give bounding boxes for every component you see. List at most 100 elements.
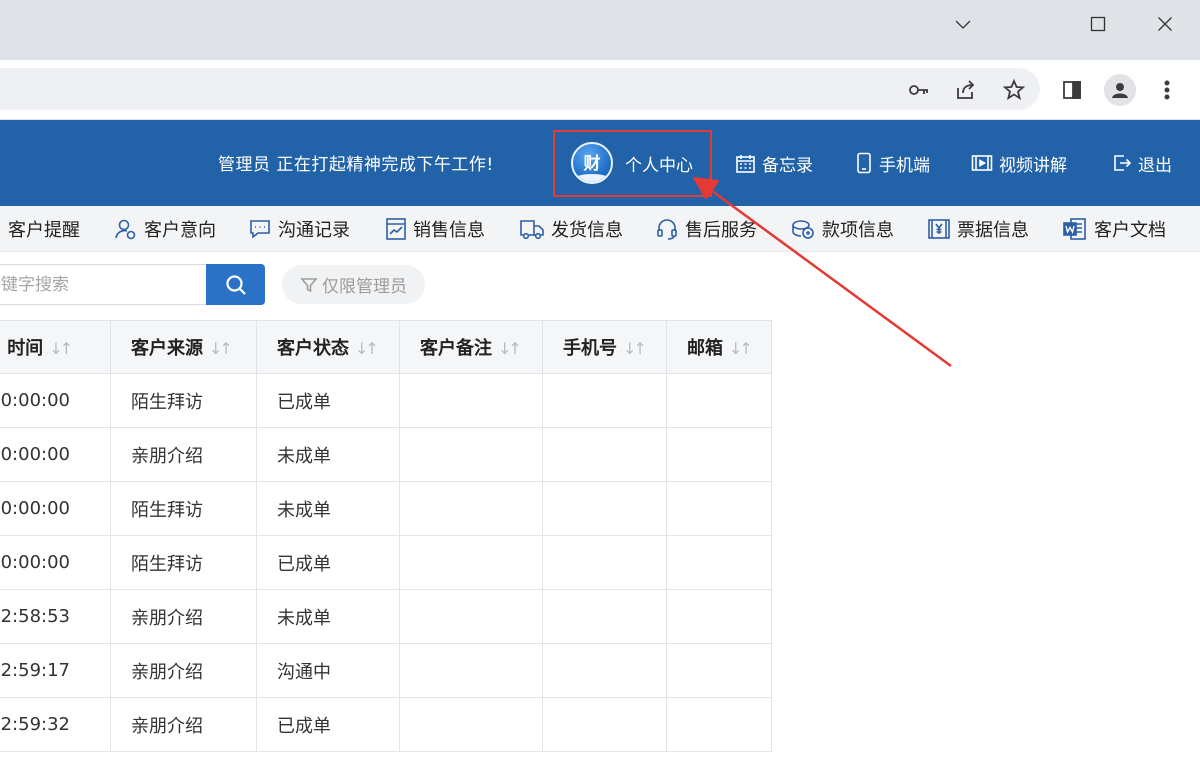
tab-label: 客户意向: [144, 220, 216, 241]
sort-icon[interactable]: ↓↑: [729, 339, 753, 358]
nav-mobile[interactable]: 手机端: [855, 120, 930, 206]
table-cell: 陌生拜访: [110, 481, 257, 536]
table-cell: [542, 589, 667, 644]
profile-icon[interactable]: [1104, 74, 1136, 106]
table-cell: [399, 589, 543, 644]
logo-badge-icon: 财: [571, 142, 613, 184]
sales-chart-icon: [385, 217, 407, 241]
table-cell: 已成单: [256, 373, 400, 428]
table-cell: [399, 427, 543, 482]
truck-icon: [519, 217, 545, 241]
table-cell: [542, 697, 667, 752]
table-cell: [542, 643, 667, 698]
column-header-status[interactable]: 客户状态 ↓↑: [256, 320, 400, 374]
column-header-remark[interactable]: 客户备注 ↓↑: [399, 320, 543, 374]
tab-customer-docs[interactable]: 客户文档: [1062, 206, 1166, 252]
maximize-icon[interactable]: [1078, 8, 1118, 40]
nav-video[interactable]: 视频讲解: [971, 120, 1067, 206]
tab-after-sales[interactable]: 售后服务: [655, 206, 757, 252]
table-row[interactable]: 00:00:00陌生拜访已成单: [0, 373, 772, 428]
table-cell: 未成单: [256, 427, 400, 482]
sort-icon[interactable]: ↓↑: [49, 339, 73, 358]
table-cell: [399, 373, 543, 428]
table-cell: 陌生拜访: [110, 535, 257, 590]
table-cell: [666, 643, 772, 698]
key-icon[interactable]: [905, 76, 933, 104]
sort-icon[interactable]: ↓↑: [498, 339, 522, 358]
invoice-icon: [927, 217, 951, 241]
table-cell: 亲朋介绍: [110, 427, 257, 482]
table-cell: [399, 481, 543, 536]
admin-filter-button[interactable]: 仅限管理员: [282, 265, 425, 304]
table-cell: 00:00:00: [0, 535, 111, 590]
table-row[interactable]: 12:59:32亲朋介绍已成单: [0, 697, 772, 752]
tab-sales[interactable]: 销售信息: [385, 206, 485, 252]
table-cell: [399, 535, 543, 590]
video-icon: [971, 153, 993, 173]
chevron-down-icon[interactable]: [943, 8, 983, 40]
table-cell: 12:58:53: [0, 589, 111, 644]
close-icon[interactable]: [1145, 8, 1185, 40]
star-icon[interactable]: [1000, 76, 1028, 104]
column-header-email[interactable]: 邮箱 ↓↑: [666, 320, 772, 374]
table-cell: 00:00:00: [0, 373, 111, 428]
table-cell: [399, 643, 543, 698]
tab-label: 票据信息: [957, 220, 1029, 241]
module-tabs: 客户提醒 客户意向 沟通记录 销售信息 发货信息 售后服务 款项信息 票据信息 …: [0, 206, 1200, 252]
column-header-phone[interactable]: 手机号 ↓↑: [542, 320, 667, 374]
table-row[interactable]: 00:00:00亲朋介绍未成单: [0, 427, 772, 482]
nav-logout[interactable]: 退出: [1112, 120, 1172, 206]
table-cell: [399, 697, 543, 752]
logout-icon: [1112, 153, 1132, 173]
table-cell: 亲朋介绍: [110, 643, 257, 698]
nav-personal-center[interactable]: 财 个人中心: [571, 120, 693, 206]
nav-label: 退出: [1138, 155, 1172, 176]
table-cell: [666, 373, 772, 428]
table-cell: 亲朋介绍: [110, 589, 257, 644]
table-row[interactable]: 12:59:17亲朋介绍沟通中: [0, 643, 772, 698]
tab-label: 客户文档: [1094, 220, 1166, 241]
sidepanel-icon[interactable]: [1058, 76, 1086, 104]
table-cell: 亲朋介绍: [110, 697, 257, 752]
coins-icon: [790, 217, 816, 241]
tab-label: 客户提醒: [8, 220, 80, 241]
share-icon[interactable]: [952, 76, 980, 104]
table-cell: [666, 427, 772, 482]
table-cell: 未成单: [256, 589, 400, 644]
table-cell: 00:00:00: [0, 427, 111, 482]
chat-icon: [248, 217, 272, 241]
table-row[interactable]: 00:00:00陌生拜访已成单: [0, 535, 772, 590]
more-icon[interactable]: [1153, 76, 1181, 104]
sort-icon[interactable]: ↓↑: [355, 339, 379, 358]
tab-customer-reminder[interactable]: 客户提醒: [8, 206, 80, 252]
calendar-icon: [735, 153, 756, 174]
table-cell: 未成单: [256, 481, 400, 536]
tab-payments[interactable]: 款项信息: [790, 206, 894, 252]
user-intent-icon: [114, 217, 138, 241]
table-row[interactable]: 12:58:53亲朋介绍未成单: [0, 589, 772, 644]
tab-communication[interactable]: 沟通记录: [248, 206, 350, 252]
table-cell: 陌生拜访: [110, 373, 257, 428]
table-row[interactable]: 00:00:00陌生拜访未成单: [0, 481, 772, 536]
column-header-time[interactable]: 时间 ↓↑: [0, 320, 111, 374]
tab-customer-intent[interactable]: 客户意向: [114, 206, 216, 252]
address-bar[interactable]: [0, 68, 1040, 110]
table-cell: 12:59:17: [0, 643, 111, 698]
table-cell: [666, 697, 772, 752]
tab-shipping[interactable]: 发货信息: [519, 206, 623, 252]
sort-icon[interactable]: ↓↑: [623, 339, 647, 358]
column-header-source[interactable]: 客户来源 ↓↑: [110, 320, 257, 374]
search-icon: [224, 273, 248, 297]
tab-invoices[interactable]: 票据信息: [927, 206, 1029, 252]
search-input[interactable]: [0, 264, 208, 305]
table-cell: [666, 535, 772, 590]
search-button[interactable]: [206, 264, 265, 305]
sort-icon[interactable]: ↓↑: [209, 339, 233, 358]
phone-icon: [855, 152, 873, 174]
tab-label: 售后服务: [685, 220, 757, 241]
browser-titlebar: [0, 0, 1200, 60]
table-cell: 已成单: [256, 697, 400, 752]
table-cell: [666, 481, 772, 536]
table-cell: [666, 589, 772, 644]
nav-memo[interactable]: 备忘录: [735, 120, 813, 206]
